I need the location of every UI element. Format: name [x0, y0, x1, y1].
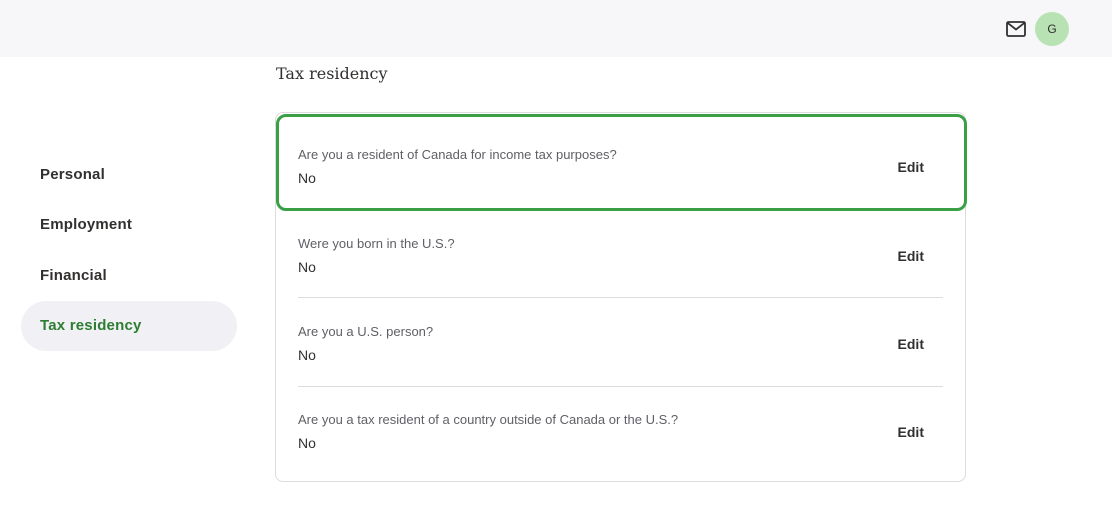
list-item: Were you born in the U.S.? No Edit: [298, 236, 943, 275]
answer-value: No: [298, 170, 316, 186]
edit-button[interactable]: Edit: [898, 248, 924, 264]
row-text: Are you a tax resident of a country outs…: [298, 412, 678, 451]
list-item: Are you a U.S. person? No Edit: [298, 324, 943, 363]
list-item: Are you a tax resident of a country outs…: [298, 412, 943, 451]
sidebar-item-tax-residency[interactable]: Tax residency: [21, 300, 237, 351]
list-item: Are you a resident of Canada for income …: [298, 147, 943, 186]
answer-value: No: [298, 347, 316, 363]
top-bar: G: [0, 0, 1112, 57]
page-title: Tax residency: [276, 64, 388, 83]
row-text: Are you a resident of Canada for income …: [298, 147, 617, 186]
question-label: Are you a resident of Canada for income …: [298, 147, 617, 162]
divider: [298, 386, 943, 387]
edit-button[interactable]: Edit: [898, 159, 924, 175]
row-text: Are you a U.S. person? No: [298, 324, 433, 363]
mail-icon[interactable]: [1004, 19, 1028, 39]
sidebar-item-financial[interactable]: Financial: [21, 250, 237, 301]
row-text: Were you born in the U.S.? No: [298, 236, 455, 275]
sidebar-item-personal[interactable]: Personal: [21, 149, 237, 200]
edit-button[interactable]: Edit: [898, 424, 924, 440]
edit-button[interactable]: Edit: [898, 336, 924, 352]
question-label: Are you a tax resident of a country outs…: [298, 412, 679, 427]
divider: [298, 297, 943, 298]
sidebar-item-employment[interactable]: Employment: [21, 200, 237, 251]
question-label: Are you a U.S. person?: [298, 324, 434, 339]
avatar[interactable]: G: [1035, 12, 1069, 46]
answer-value: No: [298, 259, 316, 275]
answer-value: No: [298, 435, 316, 451]
question-label: Were you born in the U.S.?: [298, 236, 455, 251]
tax-residency-card: Are you a resident of Canada for income …: [275, 112, 967, 482]
sidebar-nav: Personal Employment Financial Tax reside…: [21, 149, 237, 351]
